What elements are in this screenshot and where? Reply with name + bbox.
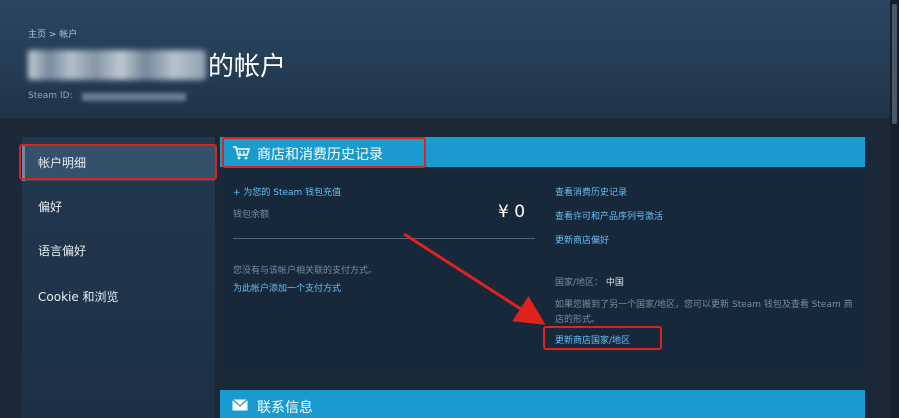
country-note: 如果您搬到了另一个国家/地区，您可以更新 Steam 钱包及查看 Steam 商…	[555, 300, 853, 325]
annotation-highlight-update-country	[543, 326, 662, 350]
divider	[233, 238, 535, 239]
add-wallet-funds-link[interactable]: + 为您的 Steam 钱包充值	[233, 185, 341, 198]
sidebar-item-label: 语言偏好	[38, 244, 87, 258]
breadcrumb[interactable]: 主页 > 帐户	[28, 27, 77, 40]
sidebar-item-label: Cookie 和浏览	[38, 290, 119, 304]
add-payment-method-link[interactable]: 为此帐户添加一个支付方式	[233, 281, 341, 294]
sidebar-item-preferences[interactable]: 偏好	[22, 189, 215, 225]
no-payment-method-text: 您没有与该帐户相关联的支付方式。	[233, 266, 378, 276]
account-header: 主页 > 帐户 的帐户 Steam ID:	[0, 0, 890, 118]
annotation-highlight-account-details	[19, 144, 217, 180]
purchase-history-link[interactable]: 查看消费历史记录	[555, 185, 627, 198]
sidebar-item-cookies[interactable]: Cookie 和浏览	[22, 279, 215, 315]
contact-info-title: 联系信息	[257, 400, 313, 416]
wallet-balance-value: ¥ 0	[498, 202, 526, 222]
country-value: 中国	[605, 278, 624, 288]
steam-id-label: Steam ID:	[28, 91, 73, 101]
contact-info-header: 联系信息	[220, 390, 865, 418]
page-scrollbar[interactable]	[890, 0, 899, 418]
country-label: 国家/地区：	[555, 278, 604, 288]
annotation-highlight-store-history	[222, 137, 426, 168]
page-title: 的帐户	[208, 52, 287, 82]
wallet-balance-label: 钱包余额	[233, 210, 270, 220]
sidebar-item-language[interactable]: 语言偏好	[22, 233, 215, 269]
country-row: 国家/地区： 中国	[555, 275, 624, 288]
scrollbar-thumb[interactable]	[892, 4, 897, 124]
store-preferences-link[interactable]: 更新商店偏好	[555, 233, 609, 246]
blurred-account-name	[28, 50, 206, 80]
licenses-link[interactable]: 查看许可和产品序列号激活	[555, 209, 663, 222]
sidebar-item-label: 偏好	[38, 200, 63, 214]
mail-icon	[232, 399, 248, 411]
blurred-steam-id	[82, 93, 186, 101]
